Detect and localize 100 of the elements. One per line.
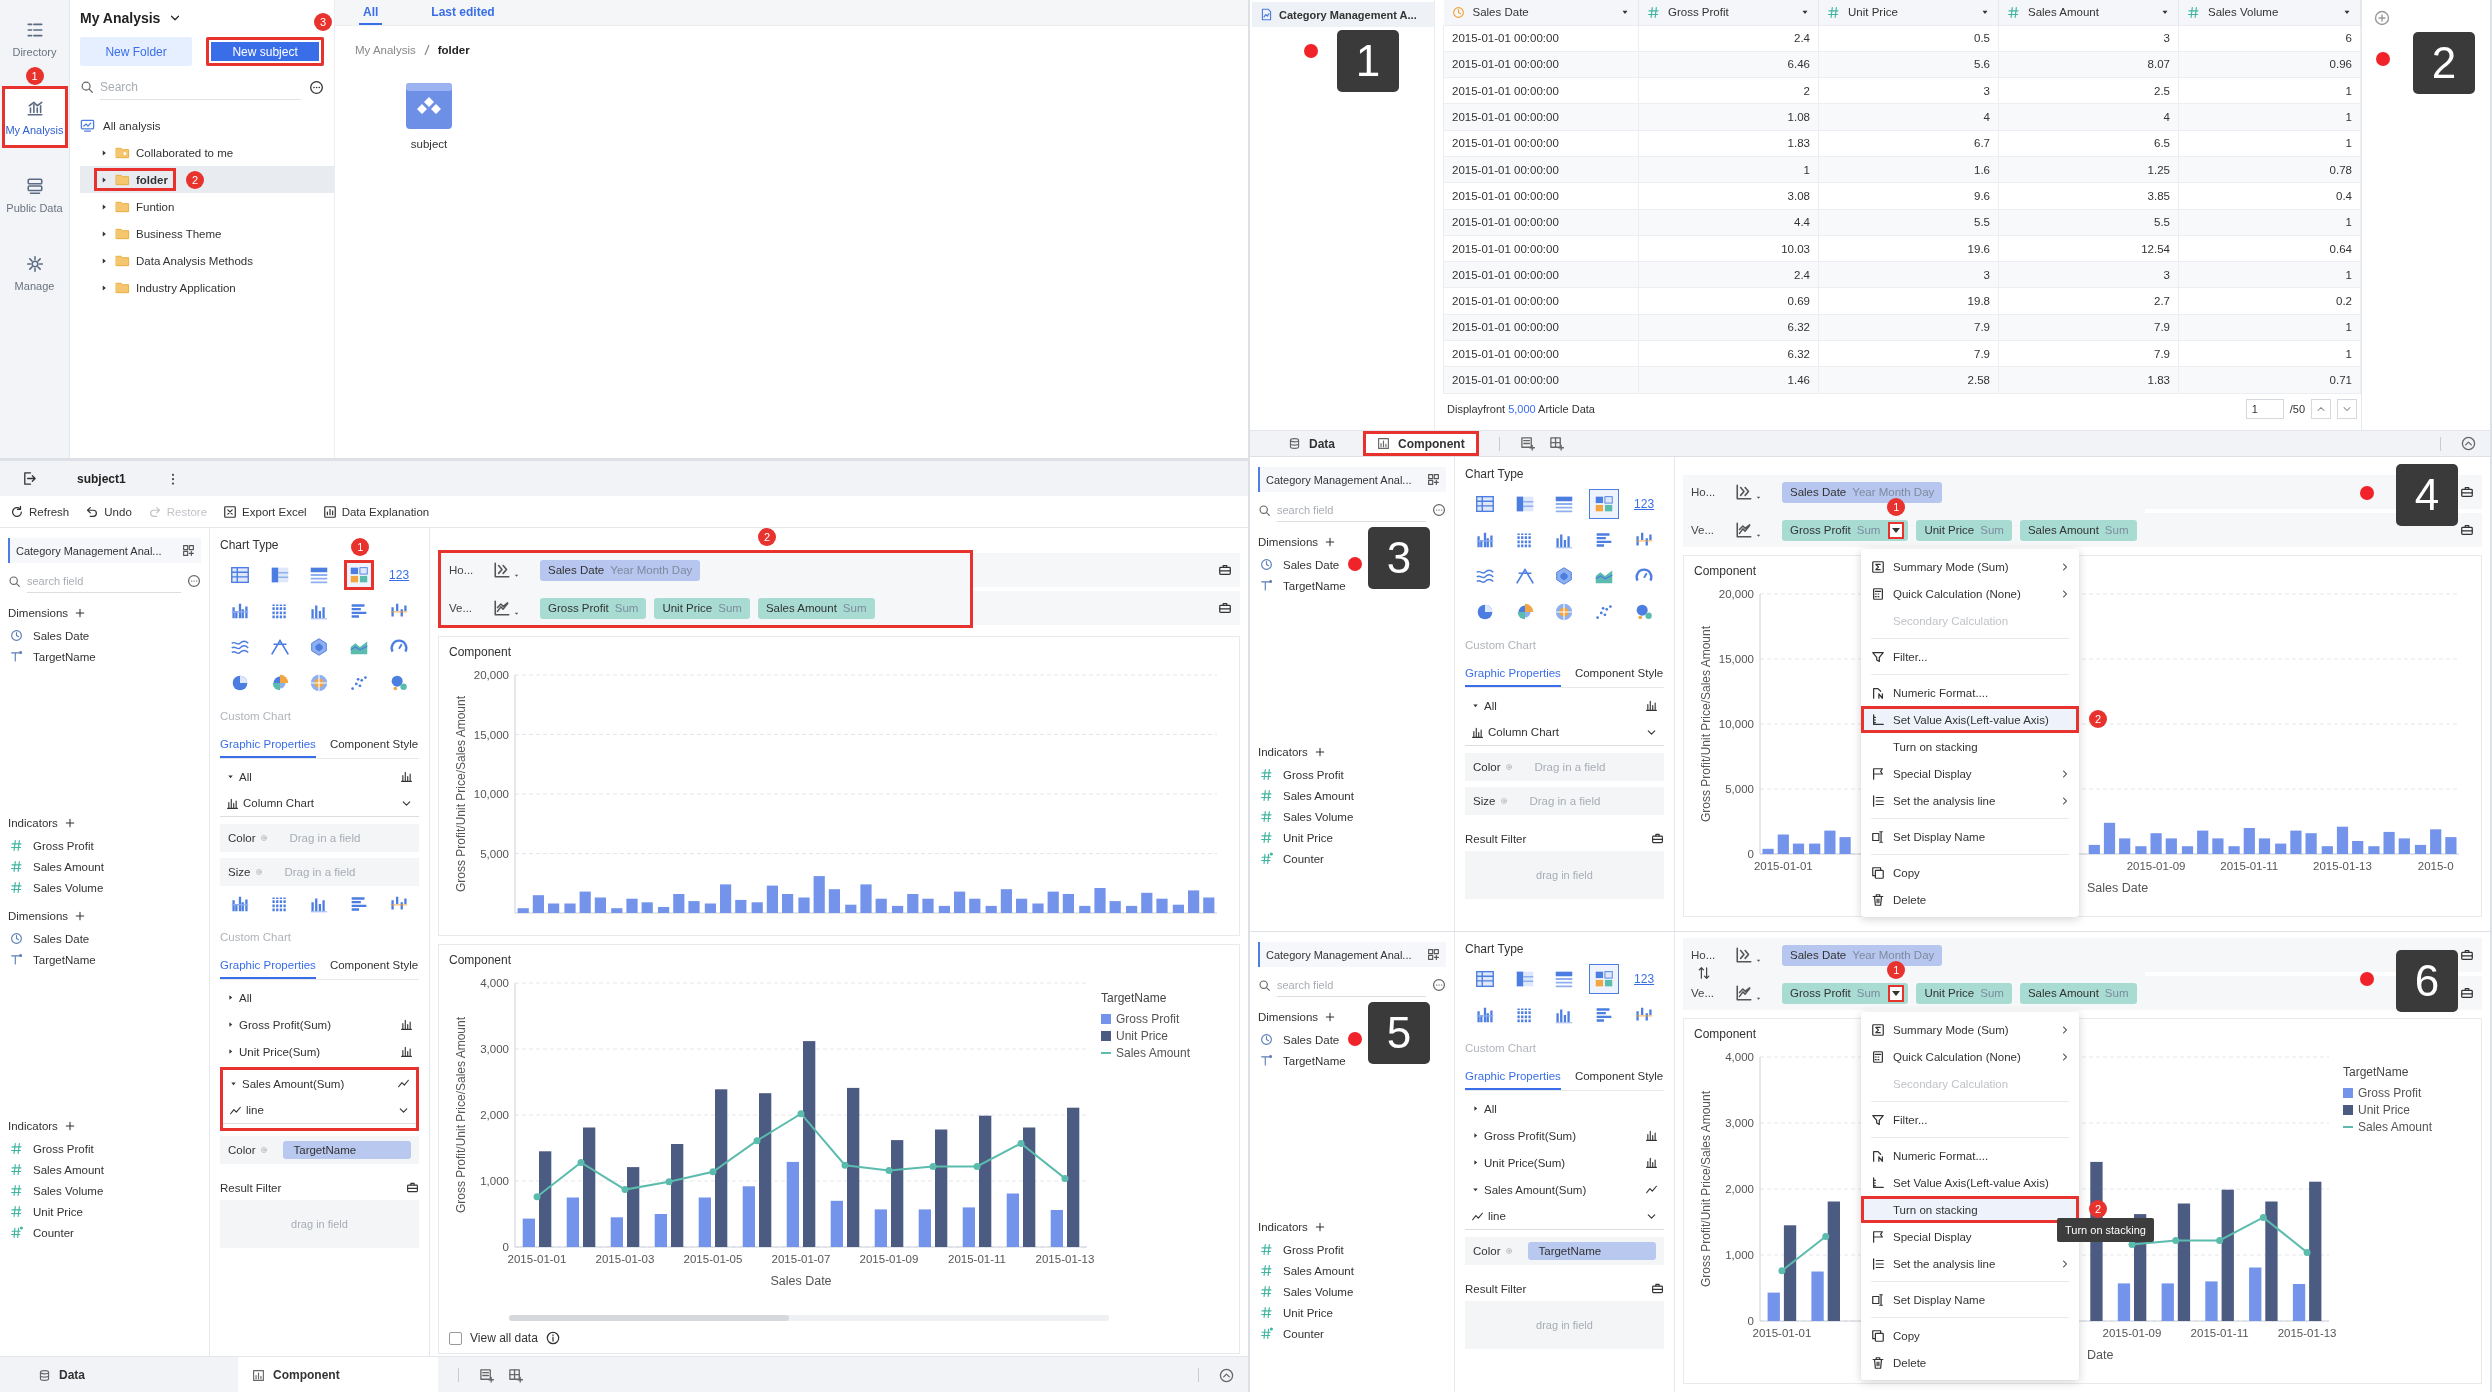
table-cell: 2015-01-01 00:00:00	[1443, 103, 1639, 131]
axis-label: Ve...	[449, 602, 474, 614]
table-cell: 9.6	[1818, 182, 1999, 210]
table-cell: 1	[2178, 103, 2361, 131]
column-title: Sales Volume	[2208, 6, 2279, 19]
section-title: Dimensions	[8, 607, 69, 619]
axis-tick-label: 2,000	[1725, 1183, 1754, 1195]
table-cell: 2015-01-01 00:00:00	[1443, 287, 1639, 315]
column-title: Gross Profit	[1668, 6, 1729, 19]
drop-hint: drag in field	[1536, 869, 1593, 881]
legend-title: TargetName	[2343, 1065, 2409, 1079]
step-callout: 5	[1368, 1002, 1430, 1064]
drop-hint: drag in field	[291, 1218, 348, 1230]
table-cell: 1	[2178, 314, 2361, 341]
highlight-frame: folder	[94, 168, 176, 191]
legend-item: Unit Price	[1101, 1029, 1168, 1043]
table-cell: 0.2	[2178, 287, 2361, 315]
table-cell: 3.08	[1638, 182, 1819, 210]
axis-label: Ho...	[449, 564, 475, 576]
table-cell: 8.07	[1998, 51, 2179, 78]
section-title: Dimensions	[1258, 1011, 1319, 1023]
table-cell: 2015-01-01 00:00:00	[1443, 156, 1639, 183]
step-badge: 1	[25, 67, 44, 85]
table-cell: 2.4	[1638, 25, 1819, 52]
column-title: Sales Amount	[2028, 6, 2099, 19]
table-cell: 3	[1998, 25, 2179, 52]
table-cell: 1.6	[1818, 156, 1999, 183]
axis-title: Sales Date	[2087, 881, 2149, 895]
table-cell: 12.54	[1998, 235, 2179, 262]
property-label: Color	[1473, 1245, 1501, 1257]
section-title: Dimensions	[1258, 536, 1319, 548]
table-cell: 2015-01-01 00:00:00	[1443, 209, 1639, 236]
axis-label: Ve...	[1691, 987, 1716, 999]
table-cell: 2.58	[1818, 366, 1999, 394]
table-cell: 0.64	[2178, 235, 2361, 262]
legend-item: Sales Amount	[2343, 1120, 2433, 1134]
table-cell: 1.83	[1998, 366, 2179, 394]
section-title: Result Filter	[220, 1181, 282, 1194]
tooltip: Turn on stacking	[2057, 1218, 2154, 1242]
table-cell: 6.5	[1998, 130, 2179, 157]
axis-tick-label: 2015-01-01	[1752, 1327, 1812, 1339]
drop-hint: Drag in a field	[1534, 761, 1606, 773]
axis-tick-label: 2015-01-09	[859, 1253, 919, 1265]
table-cell: 0.5	[1818, 25, 1999, 52]
axis-title: Gross Profit/Unit Price/Sales Amount	[454, 695, 468, 893]
table-cell: 1	[2178, 77, 2361, 104]
table-cell: 1	[1638, 156, 1819, 183]
highlight-frame: Business Theme	[94, 222, 230, 245]
axis-tick-label: 2015-0	[2417, 860, 2454, 872]
column-title: Sales Date	[1472, 6, 1529, 19]
table-cell: 1.46	[1638, 366, 1819, 394]
axis-tick-label: 2015-01-13	[2277, 1327, 2337, 1339]
table-cell: 0.96	[2178, 51, 2361, 78]
property-label: Size	[1473, 795, 1496, 807]
table-cell: 7.9	[1998, 340, 2179, 367]
property-label: Sales Amount(Sum)	[1484, 1183, 1587, 1196]
section-title: Dimensions	[8, 910, 69, 922]
axis-title: Gross Profit/Unit Price/Sales Amount	[1699, 625, 1713, 823]
table-cell: 2	[1638, 77, 1819, 104]
table-cell: 2015-01-01 00:00:00	[1443, 235, 1639, 262]
section-title: Indicators	[1258, 746, 1308, 758]
axis-tick-label: 1,000	[1725, 1249, 1754, 1261]
section-title: Indicators	[8, 817, 58, 829]
step-badge: 3	[314, 13, 332, 31]
table-cell: 6	[2178, 25, 2361, 52]
table-cell: 0.69	[1638, 287, 1819, 315]
table-cell: 19.8	[1818, 287, 1999, 315]
step-callout: 3	[1368, 527, 1430, 589]
section-title: Result Filter	[1465, 1282, 1527, 1295]
highlight-frame: Data Analysis Methods	[94, 249, 261, 272]
axis-tick-label: 5,000	[1725, 783, 1754, 795]
section-title: Indicators	[1258, 1221, 1308, 1233]
section-title: Result Filter	[1465, 832, 1527, 845]
axis-tick-label: 20,000	[1718, 588, 1754, 600]
axis-tick-label: 2015-01-03	[595, 1253, 655, 1265]
axis-tick-label: 2015-01-09	[2126, 860, 2186, 872]
table-cell: 2015-01-01 00:00:00	[1443, 130, 1639, 157]
panel-title: My Analysis	[80, 10, 161, 26]
table-cell: 0.71	[2178, 366, 2361, 394]
axis-title: Date	[2087, 1348, 2114, 1362]
table-cell: 2015-01-01 00:00:00	[1443, 340, 1639, 367]
table-cell: 6.7	[1818, 130, 1999, 157]
table-cell: 3	[1818, 261, 1999, 288]
axis-title: Gross Profit/Unit Price/Sales Amount	[1699, 1090, 1713, 1288]
section-title: Chart Type	[1465, 467, 1524, 481]
axis-title: Gross Profit/Unit Price/Sales Amount	[454, 1016, 468, 1214]
table-cell: 1	[2178, 209, 2361, 236]
table-cell: 5.6	[1818, 51, 1999, 78]
table-cell: 5.5	[1998, 209, 2179, 236]
legend-item: Gross Profit	[1101, 1012, 1180, 1026]
property-label: Color	[228, 1144, 256, 1156]
table-cell: 5.5	[1818, 209, 1999, 236]
step-callout: 4	[2396, 464, 2458, 526]
table-cell: 0.78	[2178, 156, 2361, 183]
property-label: Unit Price(Sum)	[1484, 1156, 1566, 1169]
section-caption: Custom Chart	[220, 710, 291, 722]
table-cell: 3.85	[1998, 182, 2179, 210]
property-label: Sales Amount(Sum)	[242, 1077, 345, 1090]
axis-tick-label: 2015-01-13	[1035, 1253, 1095, 1265]
chart-title: Component	[449, 953, 512, 967]
